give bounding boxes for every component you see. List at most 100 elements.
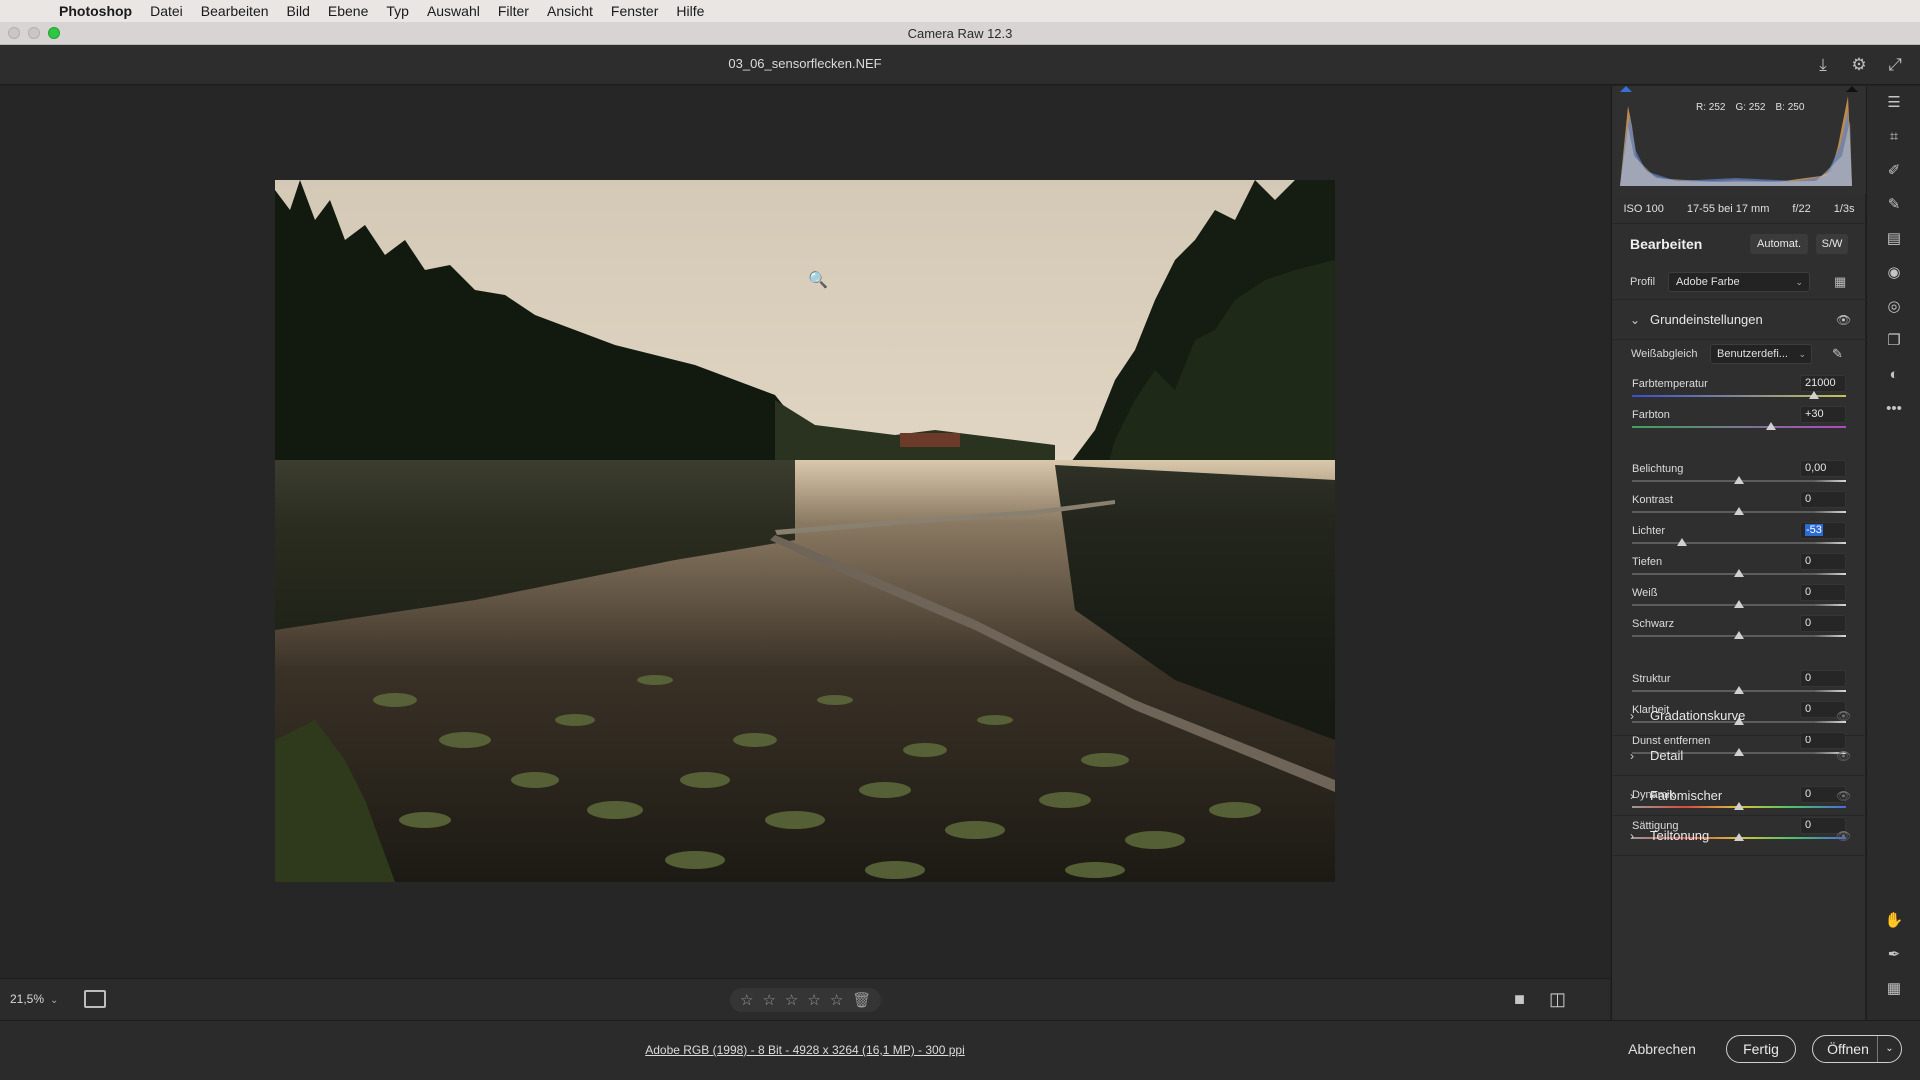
slider-value-input[interactable]: 0 bbox=[1800, 553, 1846, 570]
chevron-down-icon: ⌄ bbox=[1795, 277, 1803, 287]
graduated-filter-icon[interactable]: ▤ bbox=[1883, 228, 1905, 250]
before-after-view-icon[interactable]: ◫ bbox=[1549, 989, 1566, 1010]
slider-farbtemperatur[interactable]: Farbtemperatur 21000 bbox=[1632, 375, 1846, 409]
menu-bild[interactable]: Bild bbox=[278, 3, 319, 19]
visibility-eye-icon[interactable]: 👁 bbox=[1836, 829, 1851, 843]
star-1-icon[interactable]: ☆ bbox=[740, 991, 753, 1009]
minimize-window-button[interactable] bbox=[28, 27, 40, 39]
star-4-icon[interactable]: ☆ bbox=[807, 991, 820, 1009]
snapshots-icon[interactable]: ❐ bbox=[1883, 330, 1905, 352]
slider-thumb[interactable] bbox=[1734, 507, 1744, 515]
slider-label: Lichter bbox=[1632, 525, 1666, 537]
profile-select[interactable]: Adobe Farbe ⌄ bbox=[1668, 272, 1810, 292]
done-button[interactable]: Fertig bbox=[1726, 1035, 1796, 1063]
auto-button[interactable]: Automat. bbox=[1750, 234, 1808, 254]
fullscreen-icon[interactable]: ⤢ bbox=[1884, 54, 1906, 76]
red-eye-icon[interactable]: ◎ bbox=[1883, 296, 1905, 318]
slider-value-input[interactable]: 0 bbox=[1800, 615, 1846, 632]
menu-datei[interactable]: Datei bbox=[141, 3, 192, 19]
section-color-mixer-header[interactable]: › Farbmischer 👁 bbox=[1612, 776, 1866, 816]
menu-ansicht[interactable]: Ansicht bbox=[538, 3, 602, 19]
rating-stars[interactable]: ☆ ☆ ☆ ☆ ☆ 🗑 bbox=[730, 988, 882, 1012]
hand-tool-icon[interactable]: ✋ bbox=[1883, 910, 1905, 932]
color-sampler-icon[interactable]: ✒ bbox=[1883, 944, 1905, 966]
file-name: 03_06_sensorflecken.NEF bbox=[728, 56, 882, 71]
menu-filter[interactable]: Filter bbox=[489, 3, 538, 19]
star-5-icon[interactable]: ☆ bbox=[830, 991, 843, 1009]
white-balance-select[interactable]: Benutzerdefi... ⌄ bbox=[1710, 344, 1812, 364]
menu-app-photoshop[interactable]: Photoshop bbox=[50, 3, 141, 19]
slider-label: Schwarz bbox=[1632, 618, 1675, 630]
window-title: Camera Raw 12.3 bbox=[907, 25, 1013, 41]
star-2-icon[interactable]: ☆ bbox=[762, 991, 775, 1009]
section-split-toning-header[interactable]: › Teiltonung 👁 bbox=[1612, 816, 1866, 856]
menu-bearbeiten[interactable]: Bearbeiten bbox=[192, 3, 278, 19]
eyedropper-icon[interactable]: ✎ bbox=[1832, 346, 1843, 362]
presets-icon[interactable]: ◐ bbox=[1883, 364, 1905, 386]
settings-gear-icon[interactable]: ⚙ bbox=[1848, 54, 1870, 76]
menu-auswahl[interactable]: Auswahl bbox=[418, 3, 489, 19]
slider-lichter[interactable]: Lichter -53 bbox=[1632, 522, 1846, 556]
slider-value-input[interactable]: 0 bbox=[1800, 584, 1846, 601]
slider-track[interactable] bbox=[1632, 426, 1846, 428]
slider-thumb[interactable] bbox=[1734, 631, 1744, 639]
star-3-icon[interactable]: ☆ bbox=[785, 991, 798, 1009]
trash-icon[interactable]: 🗑 bbox=[852, 991, 871, 1009]
slider-value: 0,00 bbox=[1805, 462, 1827, 474]
photo-preview[interactable] bbox=[275, 180, 1335, 882]
black-white-button[interactable]: S/W bbox=[1816, 234, 1848, 254]
section-basic-header[interactable]: ⌄ Grundeinstellungen 👁 bbox=[1612, 300, 1866, 340]
zoom-level-select[interactable]: 21,5% ⌄ bbox=[10, 992, 58, 1006]
edit-sliders-icon[interactable]: ☰ bbox=[1883, 92, 1905, 114]
slider-thumb[interactable] bbox=[1766, 422, 1777, 430]
cancel-button[interactable]: Abbrechen bbox=[1612, 1041, 1712, 1057]
slider-value-input[interactable]: -53 bbox=[1800, 522, 1846, 539]
slider-kontrast[interactable]: Kontrast 0 bbox=[1632, 491, 1846, 525]
radial-filter-icon[interactable]: ◉ bbox=[1883, 262, 1905, 284]
slider-schwarz[interactable]: Schwarz 0 bbox=[1632, 615, 1846, 649]
slider-value-input[interactable]: 0 bbox=[1800, 670, 1846, 687]
chevron-down-icon[interactable]: ⌄ bbox=[1877, 1036, 1901, 1062]
visibility-eye-icon[interactable]: 👁 bbox=[1836, 313, 1851, 327]
slider-value-input[interactable]: +30 bbox=[1800, 406, 1846, 423]
slider-value-input[interactable]: 0 bbox=[1800, 491, 1846, 508]
slider-thumb[interactable] bbox=[1734, 476, 1744, 484]
menu-hilfe[interactable]: Hilfe bbox=[667, 3, 713, 19]
menu-fenster[interactable]: Fenster bbox=[602, 3, 667, 19]
slider-tiefen[interactable]: Tiefen 0 bbox=[1632, 553, 1846, 587]
slider-thumb[interactable] bbox=[1734, 686, 1744, 694]
save-image-icon[interactable]: ⤓ bbox=[1812, 54, 1834, 76]
slider-farbton[interactable]: Farbton +30 bbox=[1632, 406, 1846, 440]
profile-browser-icon[interactable]: ▦ bbox=[1834, 275, 1848, 289]
slider-thumb[interactable] bbox=[1734, 600, 1744, 608]
slider-track[interactable] bbox=[1632, 542, 1846, 544]
zoom-window-button[interactable] bbox=[48, 27, 60, 39]
more-icon[interactable]: ••• bbox=[1883, 398, 1905, 420]
slider-thumb[interactable] bbox=[1677, 538, 1688, 546]
menu-typ[interactable]: Typ bbox=[377, 3, 418, 19]
slider-value-input[interactable]: 21000 bbox=[1800, 375, 1846, 392]
slider-thumb[interactable] bbox=[1734, 569, 1744, 577]
visibility-eye-icon[interactable]: 👁 bbox=[1836, 789, 1851, 803]
open-button[interactable]: Öffnen ⌄ bbox=[1812, 1035, 1902, 1063]
slider-belichtung[interactable]: Belichtung 0,00 bbox=[1632, 460, 1846, 494]
slider-weiß[interactable]: Weiß 0 bbox=[1632, 584, 1846, 618]
visibility-eye-icon[interactable]: 👁 bbox=[1836, 709, 1851, 723]
slider-value: -53 bbox=[1805, 524, 1823, 536]
slider-value-input[interactable]: 0,00 bbox=[1800, 460, 1846, 477]
spot-removal-icon[interactable]: ✐ bbox=[1883, 160, 1905, 182]
visibility-eye-icon[interactable]: 👁 bbox=[1836, 749, 1851, 763]
crop-icon[interactable]: ⌗ bbox=[1883, 126, 1905, 148]
adjustment-brush-icon[interactable]: ✎ bbox=[1883, 194, 1905, 216]
grid-overlay-icon[interactable]: ▦ bbox=[1883, 978, 1905, 1000]
close-window-button[interactable] bbox=[8, 27, 20, 39]
single-view-icon[interactable]: ■ bbox=[1514, 989, 1525, 1010]
image-canvas[interactable]: 🔍 bbox=[0, 86, 1610, 978]
workflow-options-link[interactable]: Adobe RGB (1998) - 8 Bit - 4928 x 3264 (… bbox=[0, 1043, 1610, 1057]
filmstrip-icon[interactable] bbox=[84, 990, 106, 1008]
section-detail-header[interactable]: › Detail 👁 bbox=[1612, 736, 1866, 776]
section-tone-curve-header[interactable]: › Gradationskurve 👁 bbox=[1612, 696, 1866, 736]
menu-ebene[interactable]: Ebene bbox=[319, 3, 377, 19]
chevron-down-icon: ⌄ bbox=[50, 995, 59, 1006]
slider-thumb[interactable] bbox=[1808, 391, 1819, 399]
